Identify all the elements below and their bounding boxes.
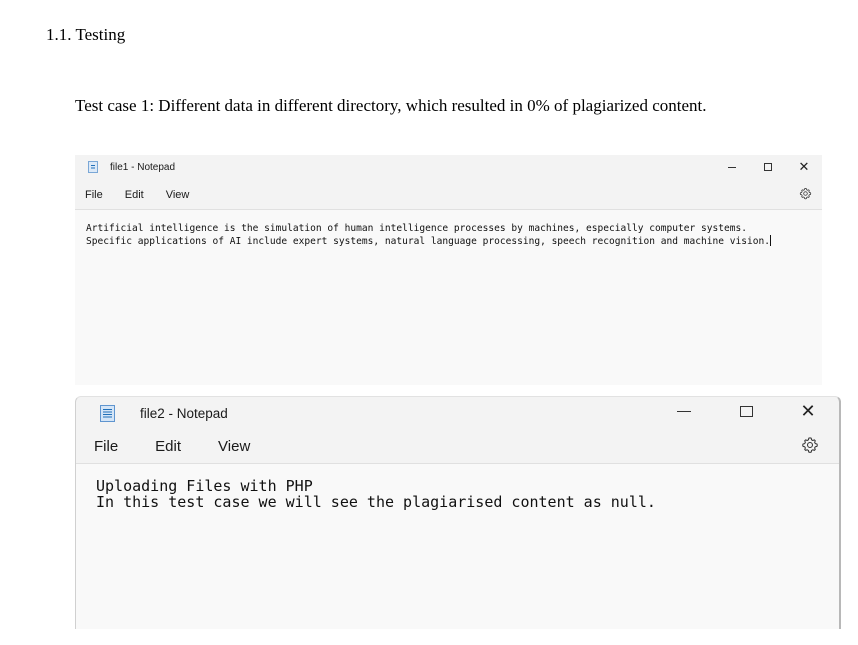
editor-line: Uploading Files with PHP: [96, 477, 313, 495]
text-editor[interactable]: Uploading Files with PHP In this test cas…: [76, 464, 839, 629]
gear-icon[interactable]: [799, 187, 812, 200]
menu-bar: File Edit View: [76, 435, 839, 457]
editor-line: In this test case we will see the plagia…: [96, 493, 656, 511]
minimize-icon: [677, 410, 691, 412]
editor-content: Artificial intelligence is the simulatio…: [86, 222, 771, 248]
text-editor[interactable]: Artificial intelligence is the simulatio…: [75, 210, 822, 385]
menu-file[interactable]: File: [94, 438, 118, 455]
minimize-icon: [728, 166, 736, 168]
document-heading: 1.1. Testing: [46, 25, 126, 44]
notepad-icon: [88, 161, 98, 173]
window-title: file1 - Notepad: [110, 161, 176, 173]
title-bar[interactable]: file1 - Notepad: [75, 155, 822, 179]
close-button[interactable]: ✕: [786, 155, 822, 179]
close-icon: ✕: [800, 400, 816, 421]
close-icon: ✕: [798, 159, 810, 174]
maximize-button[interactable]: [715, 397, 777, 425]
notepad-window-file1: file1 - Notepad ✕ File Edit View Artific…: [75, 155, 822, 385]
menu-view[interactable]: View: [218, 438, 250, 455]
text-caret: [769, 235, 771, 246]
maximize-icon: [739, 405, 753, 417]
gear-icon[interactable]: [801, 436, 819, 454]
menu-edit[interactable]: Edit: [125, 189, 144, 201]
window-title: file2 - Notepad: [140, 405, 228, 421]
notepad-icon: [100, 404, 115, 422]
menu-view[interactable]: View: [166, 189, 190, 201]
notepad-window-file2: file2 - Notepad ✕ File Edit View Uploadi…: [75, 396, 841, 629]
window-controls: ✕: [653, 397, 839, 425]
maximize-icon: [764, 163, 772, 171]
editor-line: Artificial intelligence is the simulatio…: [86, 223, 747, 234]
menu-edit[interactable]: Edit: [155, 438, 181, 455]
menu-file[interactable]: File: [85, 189, 103, 201]
window-controls: ✕: [714, 155, 822, 179]
minimize-button[interactable]: [714, 155, 750, 179]
editor-line: Specific applications of AI include expe…: [86, 235, 771, 247]
menu-bar: File Edit View: [75, 186, 822, 204]
maximize-button[interactable]: [750, 155, 786, 179]
document-paragraph: Test case 1: Different data in different…: [75, 96, 707, 115]
editor-content: Uploading Files with PHP In this test cas…: [96, 478, 656, 510]
close-button[interactable]: ✕: [777, 397, 839, 425]
minimize-button[interactable]: [653, 397, 715, 425]
